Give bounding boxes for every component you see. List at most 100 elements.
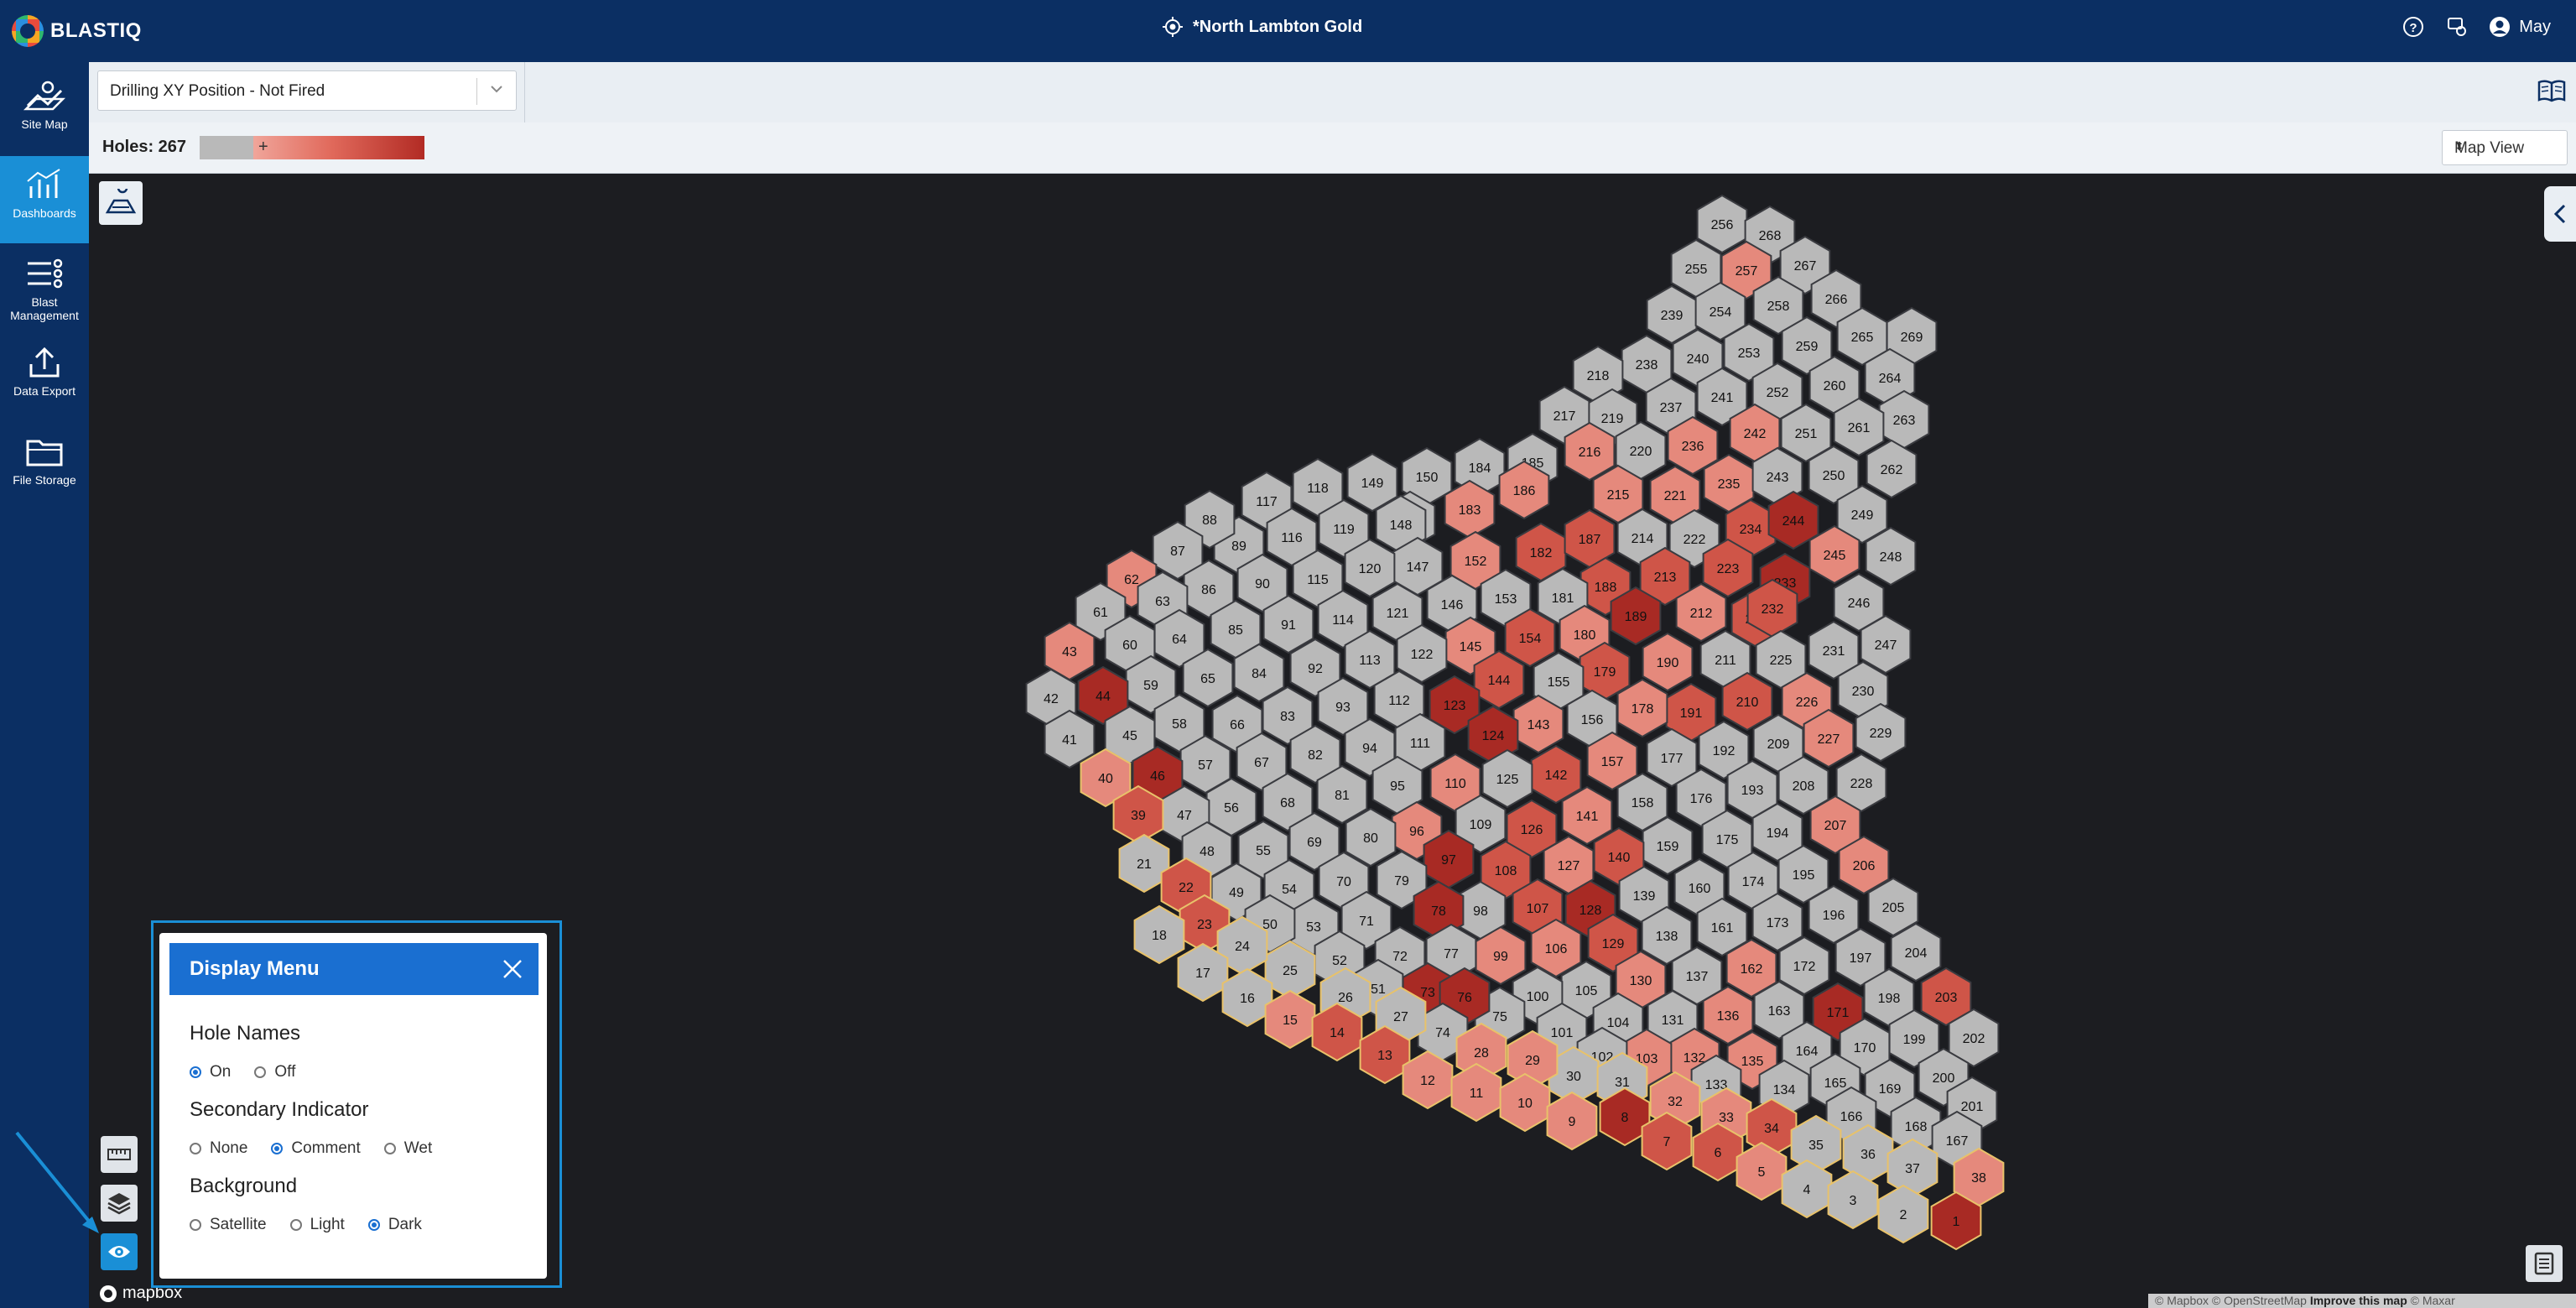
blast-hole[interactable]: 15 <box>1264 989 1316 1050</box>
blast-hole-label: 236 <box>1682 440 1704 454</box>
blast-hole[interactable]: 16 <box>1221 967 1273 1028</box>
collapse-panel-button[interactable] <box>2544 186 2576 242</box>
blast-hole[interactable]: 37 <box>1886 1138 1939 1198</box>
radio-icon <box>190 1066 201 1078</box>
blast-hole-label: 194 <box>1767 826 1789 841</box>
map-pin-icon <box>105 189 137 214</box>
blast-hole-label: 64 <box>1172 633 1187 647</box>
blast-hole-label: 128 <box>1579 904 1602 918</box>
blast-hole-label: 57 <box>1198 758 1213 773</box>
blast-hole[interactable]: 9 <box>1546 1091 1598 1151</box>
site-selector[interactable]: *North Lambton Gold <box>1163 17 1362 37</box>
blast-hole-label: 192 <box>1713 744 1736 758</box>
blast-hole-label: 214 <box>1631 532 1654 546</box>
blast-hole-label: 223 <box>1717 562 1740 576</box>
radio-label: On <box>210 1063 232 1081</box>
sidebar: Site Map Dashboards Blast Management Dat… <box>0 62 89 1308</box>
blast-hole-label: 92 <box>1308 662 1323 676</box>
radio-icon <box>367 1219 380 1231</box>
blast-hole-label: 170 <box>1854 1041 1876 1055</box>
blast-hole-label: 31 <box>1615 1076 1630 1090</box>
blast-hole-label: 23 <box>1197 918 1212 932</box>
sidebar-item-data-export[interactable]: Data Export <box>0 334 89 421</box>
sidebar-item-blast-management[interactable]: Blast Management <box>0 245 89 332</box>
radio-label: Light <box>310 1216 345 1233</box>
blast-hole-label: 269 <box>1901 331 1923 345</box>
hole-names-on-radio[interactable]: On <box>190 1063 231 1081</box>
support-icon[interactable] <box>2445 15 2469 39</box>
blast-hole-label: 162 <box>1741 962 1763 977</box>
blast-hole-label: 7 <box>1663 1135 1671 1149</box>
report-button[interactable] <box>2526 1245 2563 1282</box>
blast-hole-label: 212 <box>1690 607 1713 621</box>
blast-hole-label: 74 <box>1435 1026 1450 1040</box>
sidebar-item-label: File Storage <box>13 473 76 487</box>
background-light-radio[interactable]: Light <box>289 1216 345 1234</box>
secondary-wet-radio[interactable]: Wet <box>383 1139 432 1158</box>
user-menu[interactable]: May <box>2489 16 2551 38</box>
background-satellite-radio[interactable]: Satellite <box>190 1216 267 1234</box>
blast-hole-label: 155 <box>1548 675 1570 690</box>
blast-hole-label: 167 <box>1946 1134 1969 1149</box>
close-icon[interactable] <box>502 958 523 980</box>
annotation-arrow <box>15 1131 99 1233</box>
display-menu-button[interactable] <box>101 1233 138 1270</box>
blast-hole-label: 239 <box>1661 309 1684 323</box>
blast-hole-label: 27 <box>1393 1010 1408 1024</box>
improve-map-link[interactable]: Improve this map <box>2310 1294 2407 1307</box>
blast-hole-label: 261 <box>1848 421 1871 435</box>
blast-hole-label: 126 <box>1521 823 1543 837</box>
blast-hole-label: 29 <box>1525 1054 1540 1068</box>
blast-hole-label: 207 <box>1824 819 1847 833</box>
legend-plus-label: + <box>258 138 268 156</box>
blast-hole-label: 47 <box>1177 809 1192 823</box>
radio-icon <box>254 1066 267 1078</box>
layers-button[interactable] <box>101 1185 138 1222</box>
help-icon[interactable]: ? <box>2402 15 2425 39</box>
blast-hole-label: 39 <box>1131 809 1146 823</box>
sidebar-item-site-map[interactable]: Site Map <box>0 67 89 154</box>
dashboard-select[interactable]: Drilling XY Position - Not Fired <box>97 70 517 111</box>
blast-hole[interactable]: 262 <box>1866 439 1918 499</box>
blast-hole-label: 172 <box>1793 960 1816 974</box>
ruler-button[interactable] <box>101 1136 138 1173</box>
target-icon <box>1163 17 1183 37</box>
blast-hole-label: 86 <box>1201 583 1216 597</box>
blast-hole-label: 160 <box>1689 882 1711 896</box>
blast-hole-label: 2 <box>1900 1208 1907 1222</box>
blast-hole-label: 136 <box>1717 1009 1740 1024</box>
sidebar-item-file-storage[interactable]: File Storage <box>0 423 89 510</box>
blast-hole-label: 237 <box>1660 401 1683 415</box>
sidebar-item-dashboards[interactable]: Dashboards <box>0 156 89 243</box>
blast-hole-label: 113 <box>1359 654 1381 668</box>
map-view-select[interactable]: Map View ⬍ <box>2442 130 2568 165</box>
blast-hole-label: 250 <box>1823 469 1845 483</box>
blast-hole-label: 104 <box>1607 1016 1630 1030</box>
blast-hole-label: 179 <box>1594 665 1616 680</box>
blast-hole[interactable]: 2 <box>1877 1184 1929 1244</box>
blast-hole-label: 5 <box>1758 1165 1766 1180</box>
blast-hole-label: 226 <box>1796 696 1819 710</box>
blast-hole[interactable]: 190 <box>1642 632 1694 692</box>
chevron-down-icon <box>491 86 502 93</box>
hole-names-off-radio[interactable]: Off <box>254 1063 295 1081</box>
logo-icon <box>12 15 44 47</box>
book-icon[interactable] <box>2537 79 2566 102</box>
blast-hole-label: 183 <box>1459 503 1481 518</box>
background-dark-radio[interactable]: Dark <box>367 1216 422 1234</box>
secondary-comment-radio[interactable]: Comment <box>271 1139 361 1158</box>
blast-hole-label: 190 <box>1657 656 1679 670</box>
blast-hole-label: 242 <box>1744 427 1767 441</box>
secondary-none-radio[interactable]: None <box>190 1139 247 1158</box>
upload-icon <box>29 347 60 378</box>
blastiq-logo[interactable]: BLASTIQ <box>12 15 142 47</box>
blast-hole-label: 267 <box>1794 259 1817 274</box>
blast-hole-label: 83 <box>1280 710 1295 724</box>
blast-hole[interactable]: 18 <box>1133 904 1185 965</box>
blast-hole-label: 174 <box>1742 875 1765 889</box>
map-tool-button[interactable] <box>99 181 143 225</box>
blast-hole[interactable]: 256 <box>1696 194 1748 254</box>
blast-hole-label: 123 <box>1444 699 1466 713</box>
blast-hole-label: 147 <box>1407 560 1429 575</box>
dashboard-toolbar: Drilling XY Position - Not Fired <box>89 62 2576 123</box>
